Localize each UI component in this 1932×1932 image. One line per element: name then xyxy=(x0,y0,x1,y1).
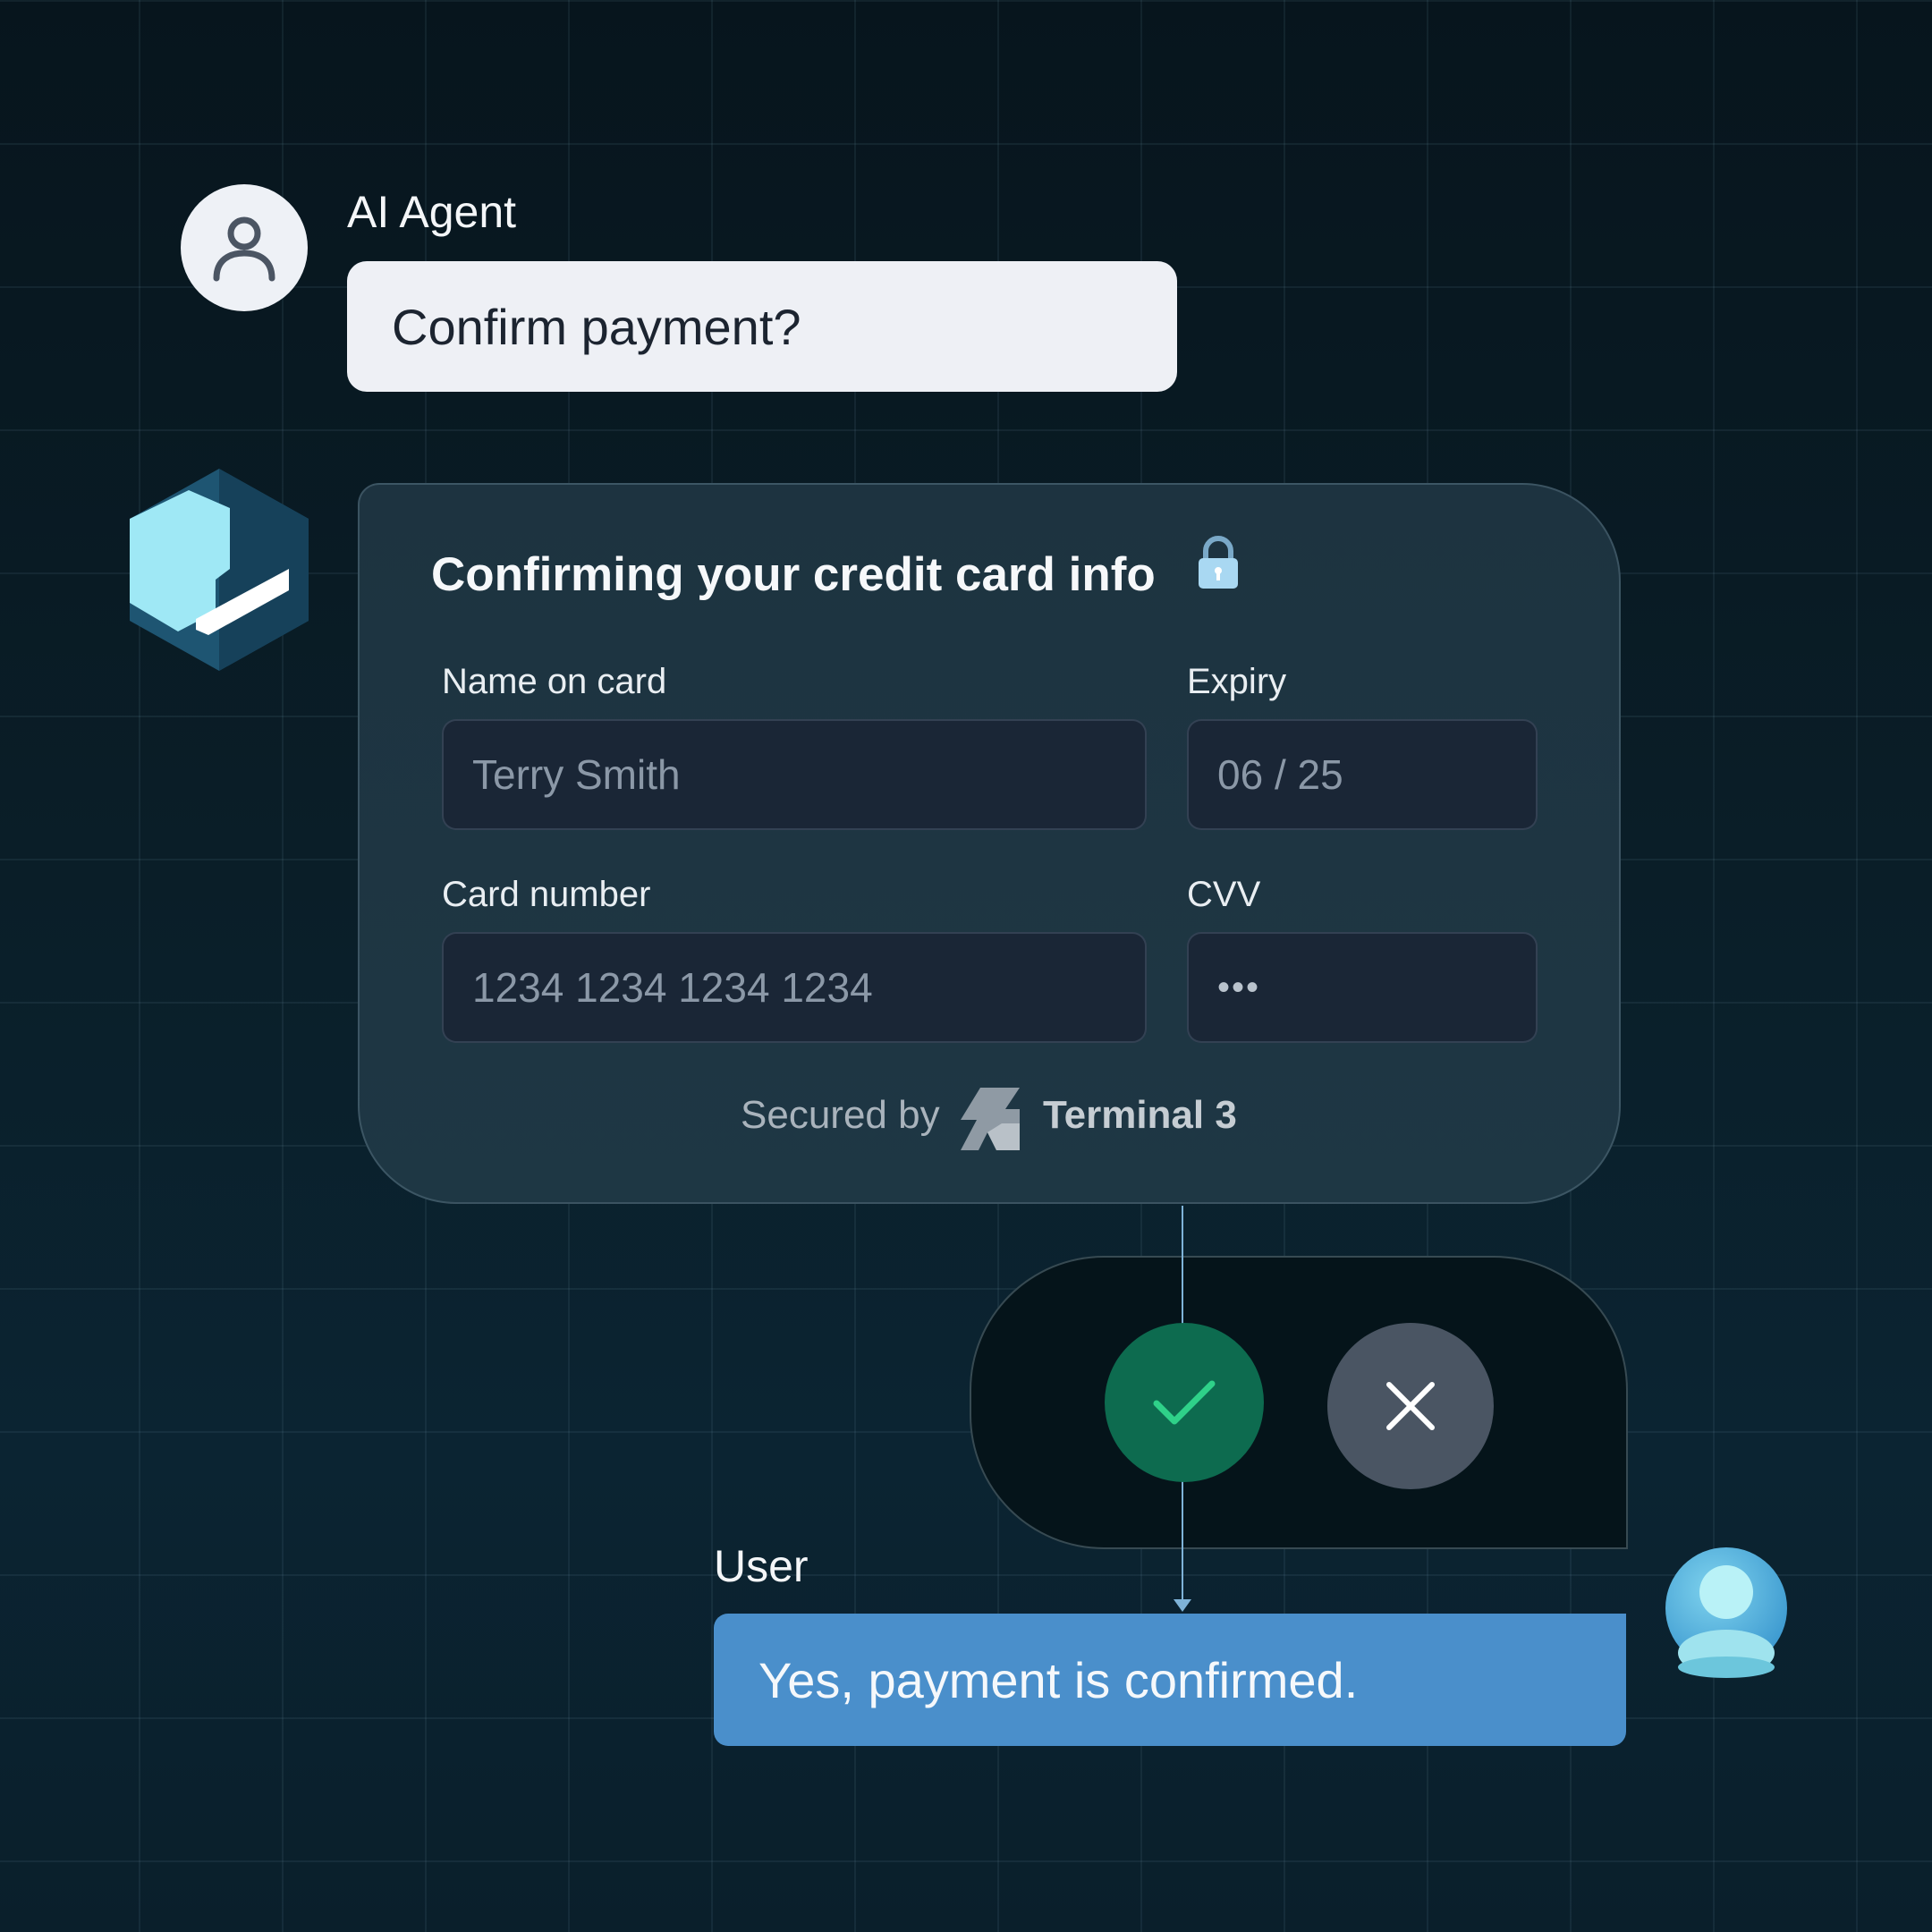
name-on-card-label: Name on card xyxy=(442,662,667,701)
card-number-input[interactable]: 1234 1234 1234 1234 xyxy=(442,932,1147,1043)
cvv-label: CVV xyxy=(1187,875,1261,914)
form-title: Confirming your credit card info xyxy=(431,548,1156,601)
agent-message-bubble: Confirm payment? xyxy=(347,261,1177,392)
confirm-button[interactable] xyxy=(1105,1323,1264,1482)
close-icon xyxy=(1386,1382,1435,1430)
flow-arrow-icon xyxy=(1174,1599,1191,1612)
checkmark-icon xyxy=(1153,1380,1216,1425)
expiry-label: Expiry xyxy=(1187,662,1287,701)
card-number-label: Card number xyxy=(442,875,651,914)
action-panel xyxy=(970,1256,1628,1549)
user-avatar-icon xyxy=(1665,1547,1787,1678)
agent-avatar xyxy=(181,184,308,311)
terminal3-brand-name: Terminal 3 xyxy=(1043,1093,1237,1137)
user-outline-icon xyxy=(213,216,275,282)
terminal3-logo-icon xyxy=(961,1088,1020,1150)
user-name: User xyxy=(714,1541,809,1591)
cvv-input[interactable]: ••• xyxy=(1187,932,1538,1043)
cancel-button[interactable] xyxy=(1327,1323,1494,1489)
secured-by-label: Secured by xyxy=(741,1093,940,1137)
lock-icon xyxy=(1199,536,1238,589)
user-message-bubble: Yes, payment is confirmed. xyxy=(714,1614,1626,1746)
expiry-input[interactable]: 06 / 25 xyxy=(1187,719,1538,830)
agent-name: AI Agent xyxy=(347,187,517,237)
agent-logo-icon xyxy=(130,469,309,671)
name-on-card-input[interactable]: Terry Smith xyxy=(442,719,1147,830)
